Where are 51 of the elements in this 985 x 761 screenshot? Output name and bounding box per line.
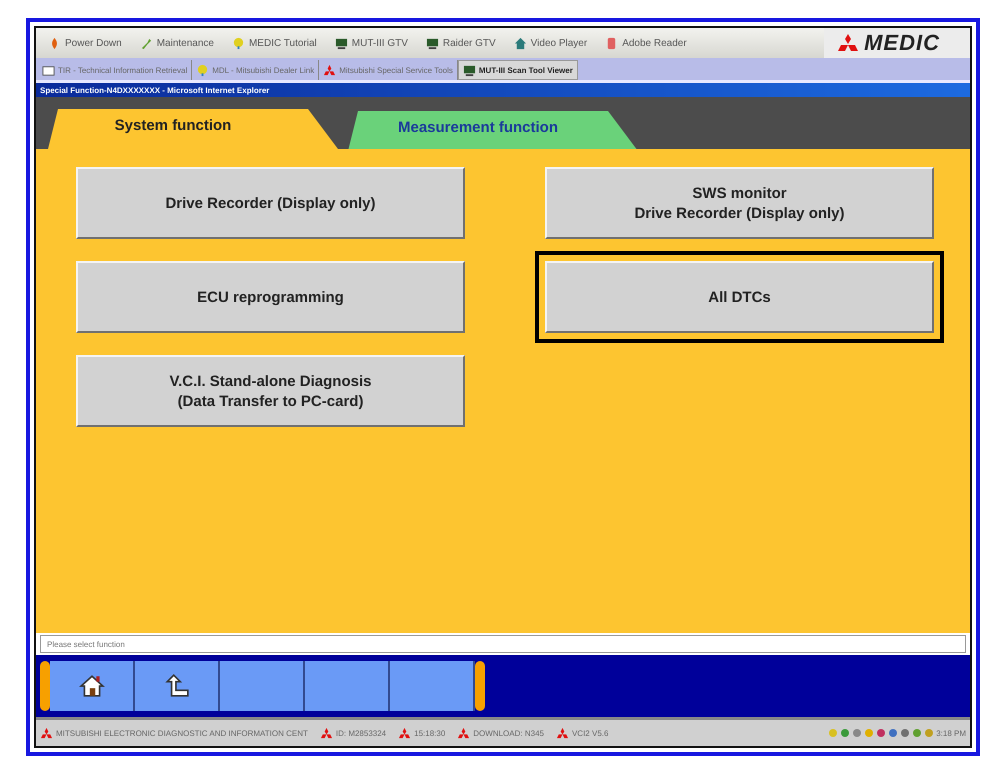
app-tab[interactable]: TIR - Technical Information Retrieval bbox=[38, 60, 192, 80]
window-title: Special Function-N4DXXXXXXX - Microsoft Internet Explorer bbox=[40, 86, 270, 94]
clock: 3:18 PM bbox=[936, 728, 966, 738]
function-tab[interactable]: System function bbox=[48, 109, 338, 149]
toolbar-button[interactable]: Video Player bbox=[510, 36, 598, 50]
toolbar-button[interactable]: Maintenance bbox=[136, 36, 224, 50]
home-icon bbox=[78, 673, 104, 699]
diamonds-icon bbox=[457, 726, 470, 740]
toolbar-button[interactable]: MEDIC Tutorial bbox=[228, 36, 327, 50]
taskbar-item[interactable]: VCI2 V5.6 bbox=[572, 728, 608, 738]
tray-icon[interactable] bbox=[912, 728, 922, 738]
function-button[interactable]: All DTCs bbox=[545, 261, 934, 333]
monitor-icon bbox=[426, 36, 439, 50]
monitor-icon bbox=[334, 36, 348, 50]
tray-icon[interactable] bbox=[852, 728, 862, 738]
toolbar-button[interactable]: Raider GTV bbox=[422, 36, 506, 50]
function-button[interactable]: SWS monitor Drive Recorder (Display only) bbox=[545, 167, 934, 239]
toolbar-button[interactable]: MUT-III GTV bbox=[330, 36, 418, 50]
tray-icon[interactable] bbox=[924, 728, 934, 738]
nav-button[interactable] bbox=[135, 661, 220, 711]
logo-text: MEDIC bbox=[864, 30, 940, 56]
function-button[interactable]: V.C.I. Stand-alone Diagnosis (Data Transfer to PC-card) bbox=[76, 355, 465, 427]
status-message: Please select function bbox=[47, 640, 125, 648]
function-button[interactable]: Drive Recorder (Display only) bbox=[76, 167, 465, 239]
tray-icon[interactable] bbox=[876, 728, 886, 738]
app-tab[interactable]: MUT-III Scan Tool Viewer bbox=[458, 60, 578, 80]
diamonds-icon bbox=[398, 726, 412, 740]
diamonds-icon bbox=[320, 726, 333, 740]
diamonds-icon bbox=[40, 726, 53, 740]
taskbar-item[interactable]: MITSUBISHI ELECTRONIC DIAGNOSTIC AND INFORMATION CENT bbox=[56, 728, 308, 738]
nav-button[interactable] bbox=[50, 661, 135, 711]
taskbar-item[interactable]: DOWNLOAD: N345 bbox=[473, 728, 544, 738]
house-icon bbox=[514, 36, 527, 50]
tray-icon[interactable] bbox=[840, 728, 850, 738]
diamonds-icon bbox=[838, 34, 858, 52]
bar-end-cap bbox=[475, 661, 485, 711]
toolbar-button[interactable]: Adobe Reader bbox=[601, 36, 697, 50]
toolbar-button[interactable]: Power Down bbox=[44, 36, 132, 50]
diamonds-icon bbox=[323, 64, 336, 76]
taskbar-item[interactable]: ID: M2853324 bbox=[336, 728, 386, 738]
bar-end-cap bbox=[40, 661, 50, 711]
monitor-icon bbox=[462, 64, 476, 76]
wrench-icon bbox=[140, 36, 153, 50]
tray-icon[interactable] bbox=[900, 728, 910, 738]
function-button[interactable]: ECU reprogramming bbox=[76, 261, 465, 333]
taskbar-item[interactable]: 15:18:30 bbox=[414, 728, 446, 738]
app-tab[interactable]: MDL - Mitsubishi Dealer Link bbox=[192, 60, 320, 80]
up-arrow-icon bbox=[164, 673, 190, 699]
diamonds-icon bbox=[556, 726, 569, 740]
tray-icon[interactable] bbox=[888, 728, 898, 738]
book-icon bbox=[42, 64, 55, 76]
